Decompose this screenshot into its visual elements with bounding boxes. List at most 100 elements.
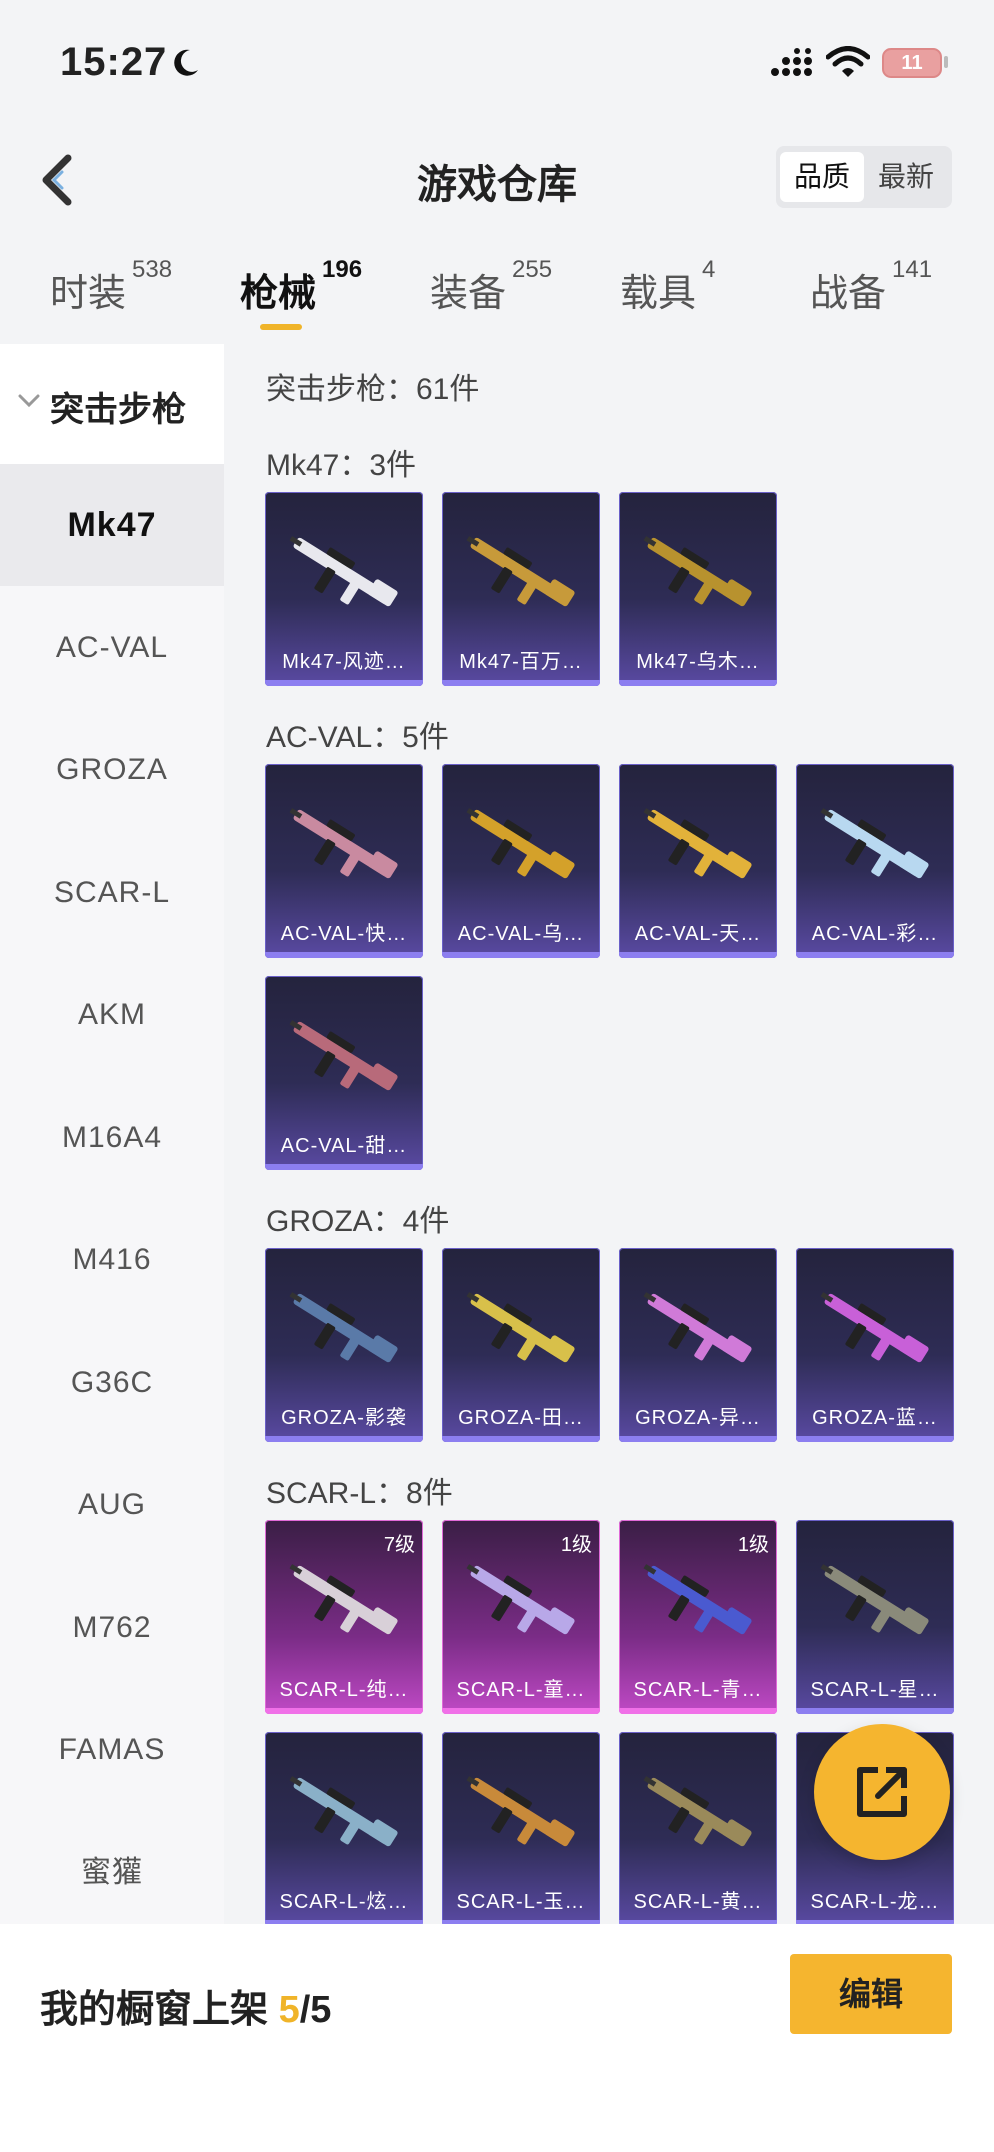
sidebar-item[interactable]: FAMAS — [0, 1689, 224, 1811]
sidebar-item[interactable]: AUG — [0, 1444, 224, 1566]
sort-quality-button[interactable]: 品质 — [780, 152, 864, 202]
tab-supplies[interactable]: 战备141 — [810, 256, 932, 317]
sidebar-item[interactable]: SCAR-L — [0, 832, 224, 954]
weapon-card[interactable]: Mk47-乌木… — [619, 492, 777, 686]
weapon-card[interactable]: AC-VAL-快… — [265, 764, 423, 958]
tab-label: 载具 — [620, 273, 697, 315]
showcase-total: /5 — [299, 1989, 332, 2031]
rarity-bar — [442, 952, 600, 958]
weapon-skin-image — [466, 1292, 575, 1363]
rarity-bar — [265, 1708, 423, 1714]
weapon-card-name: AC-VAL-天… — [634, 923, 762, 945]
weapon-skin-image — [643, 808, 752, 879]
sidebar-item[interactable]: M16A4 — [0, 1077, 224, 1199]
tab-weapons[interactable]: 枪械196 — [240, 256, 362, 317]
share-icon — [857, 1767, 907, 1817]
sidebar-item[interactable]: GROZA — [0, 709, 224, 831]
weapon-card[interactable]: GROZA-蓝… — [796, 1248, 954, 1442]
weapon-card-name: SCAR-L-龙… — [810, 1891, 940, 1913]
showcase-label: 我的橱窗上架 5/5 — [40, 1978, 331, 2033]
showcase-text: 我的橱窗上架 — [40, 1989, 279, 2031]
sidebar-item[interactable]: M762 — [0, 1567, 224, 1689]
weapon-card-name: Mk47-百万… — [459, 651, 583, 673]
weapon-skin-image — [466, 808, 575, 879]
tab-count: 255 — [512, 256, 553, 283]
weapon-card[interactable]: SCAR-L-黄… — [619, 1732, 777, 1924]
tab-label: 装备 — [430, 273, 507, 315]
sidebar-item[interactable]: AC-VAL — [0, 587, 224, 709]
weapon-card[interactable]: 1级 SCAR-L-童… — [442, 1520, 600, 1714]
weapon-card-name: Mk47-风迹… — [282, 651, 406, 673]
rarity-bar — [619, 680, 777, 686]
weapon-skin-image — [289, 808, 398, 879]
weapon-card-name: AC-VAL-快… — [280, 923, 408, 945]
sidebar-category-label: 突击步枪 — [50, 391, 186, 429]
weapon-skin-image — [643, 536, 752, 607]
category-tabs: 时装538 枪械196 装备255 载具4 战备141 — [0, 250, 994, 340]
edit-button[interactable]: 编辑 — [790, 1954, 952, 2034]
showcase-shown-count: 5 — [278, 1989, 300, 2031]
weapon-card[interactable]: AC-VAL-甜… — [265, 976, 423, 1170]
weapon-card[interactable]: Mk47-百万… — [442, 492, 600, 686]
tab-equipment[interactable]: 装备255 — [430, 256, 552, 317]
share-button[interactable] — [814, 1724, 950, 1860]
weapon-card-name: AC-VAL-甜… — [280, 1135, 408, 1157]
weapon-card[interactable]: SCAR-L-星… — [796, 1520, 954, 1714]
weapon-card[interactable]: SCAR-L-玉… — [442, 1732, 600, 1924]
weapon-card-name: GROZA-田… — [458, 1407, 584, 1429]
weapon-card-name: SCAR-L-童… — [456, 1679, 586, 1701]
weapon-card[interactable]: AC-VAL-乌… — [442, 764, 600, 958]
tab-costume[interactable]: 时装538 — [50, 256, 172, 317]
weapon-level-badge: 7级 — [383, 1534, 415, 1556]
weapon-skin-image — [466, 536, 575, 607]
tab-label: 战备 — [810, 273, 887, 315]
weapon-card[interactable]: AC-VAL-天… — [619, 764, 777, 958]
section-count: 突击步枪：61件 — [266, 373, 480, 406]
weapon-skin-image — [289, 1292, 398, 1363]
weapon-card[interactable]: GROZA-田… — [442, 1248, 600, 1442]
sidebar-item[interactable]: M416 — [0, 1199, 224, 1321]
sidebar-item[interactable]: AKM — [0, 954, 224, 1076]
tab-label: 时装 — [50, 273, 127, 315]
weapon-skin-image — [820, 808, 929, 879]
weapon-card-name: GROZA-异… — [635, 1407, 761, 1429]
rarity-bar — [265, 952, 423, 958]
sidebar-category-header[interactable]: 突击步枪 — [0, 344, 224, 464]
weapon-card-name: GROZA-蓝… — [812, 1407, 938, 1429]
active-tab-indicator — [260, 324, 302, 330]
rarity-bar — [265, 1436, 423, 1442]
weapon-skin-image — [289, 1564, 398, 1635]
weapon-card[interactable]: 1级 SCAR-L-青… — [619, 1520, 777, 1714]
showcase-bar: 我的橱窗上架 5/5 编辑 — [0, 1924, 994, 2152]
weapon-skin-image — [820, 1564, 929, 1635]
battery-level: 11 — [901, 52, 923, 74]
weapon-skin-image — [643, 1564, 752, 1635]
weapon-card[interactable]: 7级 SCAR-L-纯… — [265, 1520, 423, 1714]
weapon-card[interactable]: SCAR-L-炫… — [265, 1732, 423, 1924]
weapon-card[interactable]: AC-VAL-彩… — [796, 764, 954, 958]
sidebar-item[interactable]: G36C — [0, 1322, 224, 1444]
weapon-card[interactable]: GROZA-异… — [619, 1248, 777, 1442]
weapon-skin-image — [466, 1564, 575, 1635]
rarity-bar — [619, 952, 777, 958]
sidebar-item[interactable]: 蜜獾 — [0, 1812, 224, 1934]
weapon-skin-image — [820, 1292, 929, 1363]
tab-label: 枪械 — [240, 273, 317, 315]
clock: 15:27 — [60, 40, 168, 84]
weapon-card-name: SCAR-L-纯… — [279, 1679, 409, 1701]
weapon-card-name: GROZA-影袭 — [281, 1407, 407, 1429]
sidebar-item[interactable]: Mk47 — [0, 464, 224, 586]
rarity-bar — [796, 1436, 954, 1442]
tab-vehicles[interactable]: 载具4 — [620, 256, 715, 317]
weapon-skin-image — [289, 1776, 398, 1847]
weapon-card[interactable]: Mk47-风迹… — [265, 492, 423, 686]
weapon-sidebar: 突击步枪 Mk47 AC-VAL GROZA SCAR-L AKM M16A4 M416 G3… — [0, 344, 224, 1924]
weapon-card[interactable]: GROZA-影袭 — [265, 1248, 423, 1442]
sort-newest-button[interactable]: 最新 — [864, 152, 948, 202]
nav-bar: 游戏仓库 品质 最新 — [0, 130, 994, 230]
chevron-down-icon — [18, 394, 40, 408]
battery-icon: 11 — [882, 48, 942, 78]
weapon-card-name: AC-VAL-乌… — [457, 923, 585, 945]
weapon-card-name: SCAR-L-玉… — [456, 1891, 586, 1913]
weapon-group-title: AC-VAL：5件 — [266, 721, 449, 754]
